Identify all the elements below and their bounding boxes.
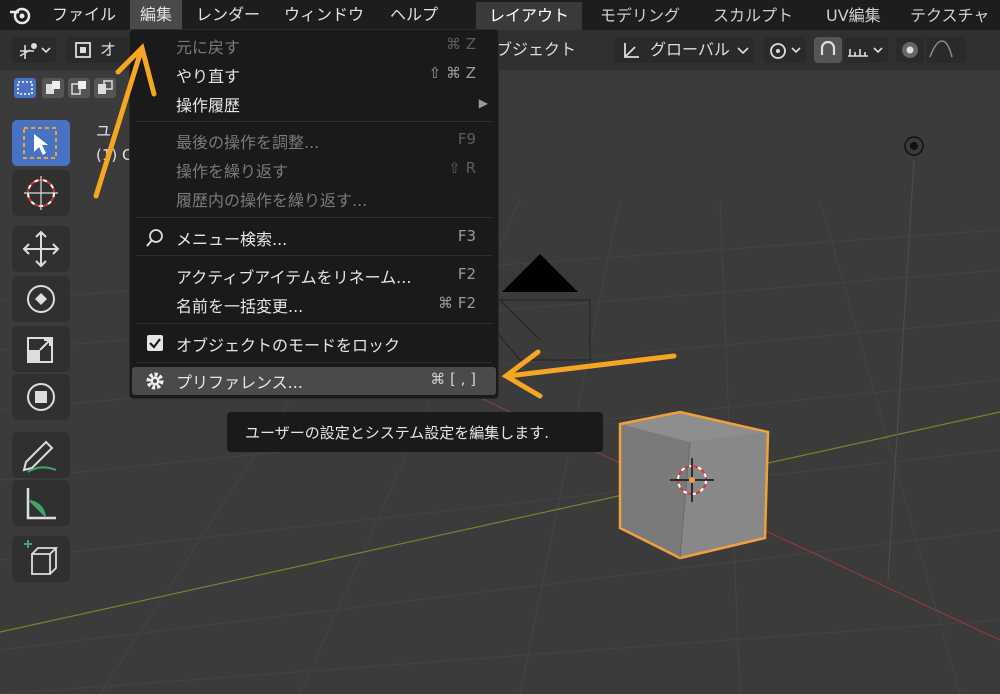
menu-item-shortcut: F3 — [457, 227, 476, 245]
snap-target-dropdown[interactable] — [844, 37, 888, 63]
menu-window[interactable]: ウィンドウ — [284, 0, 364, 30]
top-menu-bar: ファイル 編集 レンダー ウィンドウ ヘルプ レイアウト モデリング スカルプト… — [0, 0, 1000, 30]
menu-divider — [136, 362, 492, 363]
snap-toggle[interactable] — [814, 37, 842, 63]
falloff-dropdown[interactable] — [926, 37, 966, 63]
falloff-curve-icon — [929, 40, 953, 58]
menu-item-shortcut: ⌘ [ , ] — [430, 370, 476, 388]
pivot-icon — [770, 43, 801, 59]
menu-item-menu-search[interactable]: メニュー検索... F3 — [130, 224, 498, 252]
menu-item-label: 元に戻す — [176, 38, 241, 57]
menu-item-shortcut: F9 — [457, 130, 476, 148]
menu-item-undo[interactable]: 元に戻す ⌘ Z — [130, 32, 498, 60]
tool-cursor[interactable] — [12, 170, 70, 216]
scale-icon — [27, 337, 53, 363]
select-mode-icons[interactable] — [12, 76, 120, 100]
selection-mode-toolbar — [12, 76, 120, 100]
ruler-icon — [26, 488, 56, 520]
orientation-label: グローバル — [650, 40, 730, 59]
proportional-editing-toggle[interactable] — [896, 37, 924, 63]
menu-item-label: 履歴内の操作を繰り返す... — [176, 191, 368, 210]
checkbox-checked-icon[interactable] — [146, 334, 166, 354]
menu-divider — [136, 323, 492, 324]
light-object[interactable] — [884, 126, 944, 166]
add-cube-icon — [24, 540, 59, 575]
menu-help[interactable]: ヘルプ — [390, 0, 438, 30]
menu-item-rename-active[interactable]: アクティブアイテムをリネーム... F2 — [130, 262, 498, 290]
increment-snap-icon — [848, 47, 883, 57]
search-icon — [146, 229, 163, 247]
orientation-axes-icon — [624, 43, 639, 58]
tool-annotate[interactable] — [12, 432, 70, 478]
transform-orientation-dropdown[interactable]: グローバル — [614, 37, 754, 63]
mode-selector[interactable]: オ — [66, 37, 130, 63]
menu-divider — [136, 255, 492, 256]
view-name-label: ユ — [96, 122, 112, 140]
grid-axes-icon — [19, 43, 51, 59]
menu-item-shortcut: F2 — [457, 265, 476, 283]
menu-item-label: 操作履歴 — [176, 96, 241, 115]
menu-item-label: メニュー検索... — [176, 230, 288, 249]
cursor-tool-icon — [24, 176, 58, 210]
tooltip-text: ユーザーの設定とシステム設定を編集します. — [245, 424, 550, 442]
menu-item-lock-object-modes[interactable]: オブジェクトのモードをロック — [130, 330, 498, 358]
chevron-down-icon — [737, 47, 749, 55]
menu-item-shortcut: ⇧ R — [448, 159, 476, 177]
tab-sculpt[interactable]: スカルプト — [713, 2, 793, 30]
menu-item-label: オブジェクトのモードをロック — [176, 336, 401, 355]
menu-item-adjust-last[interactable]: 最後の操作を調整... F9 — [130, 127, 498, 155]
menu-item-label: 名前を一括変更... — [176, 297, 304, 316]
tab-modeling[interactable]: モデリング — [600, 2, 680, 30]
tool-measure[interactable] — [12, 480, 70, 526]
tool-scale[interactable] — [12, 326, 70, 372]
tool-rotate[interactable] — [12, 276, 70, 322]
gear-icon — [146, 372, 164, 390]
menu-item-repeat-last[interactable]: 操作を繰り返す ⇧ R — [130, 156, 498, 184]
menu-divider — [136, 217, 492, 218]
collection-label: (1) C — [96, 146, 133, 164]
tool-select-box[interactable] — [12, 120, 70, 166]
tab-texture[interactable]: テクスチャ — [910, 2, 1000, 30]
3d-cursor-icon[interactable] — [662, 450, 722, 510]
menu-item-redo[interactable]: やり直す ⇧ ⌘ Z — [130, 61, 498, 89]
menu-item-repeat-history[interactable]: 履歴内の操作を繰り返す... — [130, 185, 498, 213]
select-box-icon — [23, 127, 57, 159]
magnet-icon — [820, 40, 836, 55]
menu-render[interactable]: レンダー — [196, 0, 260, 30]
blender-logo-icon[interactable] — [6, 0, 36, 30]
tool-transform[interactable] — [12, 374, 70, 420]
pencil-icon — [22, 440, 57, 473]
menu-item-preferences[interactable]: プリファレンス... ⌘ [ , ] — [132, 367, 496, 395]
tab-layout[interactable]: レイアウト — [476, 2, 582, 30]
menu-item-label: 最後の操作を調整... — [176, 133, 320, 152]
proportional-edit-icon — [902, 42, 918, 58]
menu-divider — [136, 121, 492, 122]
menu-item-shortcut: ⌘ Z — [445, 35, 476, 53]
menu-item-label: 操作を繰り返す — [176, 162, 289, 181]
menu-item-label: プリファレンス... — [176, 373, 303, 392]
menu-item-label: やり直す — [176, 67, 241, 86]
preferences-tooltip: ユーザーの設定とシステム設定を編集します. — [227, 412, 603, 452]
tab-uv-editing[interactable]: UV編集 — [826, 2, 881, 30]
menu-item-undo-history[interactable]: 操作履歴 ▶ — [130, 90, 498, 118]
move-icon — [22, 230, 60, 268]
submenu-arrow-icon: ▶ — [478, 96, 488, 110]
mode-label: オ — [100, 40, 117, 59]
menu-file[interactable]: ファイル — [52, 0, 116, 30]
menu-edit[interactable]: 編集 — [130, 0, 182, 30]
editor-type-button[interactable] — [12, 37, 56, 63]
object-mode-icon — [75, 42, 91, 58]
menu-item-batch-rename[interactable]: 名前を一括変更... ⌘ F2 — [130, 291, 498, 319]
pivot-point-dropdown[interactable] — [764, 37, 806, 63]
tool-add-cube[interactable] — [12, 536, 70, 582]
menu-item-shortcut: ⇧ ⌘ Z — [428, 64, 476, 82]
transform-icon — [27, 383, 55, 411]
menu-item-label: アクティブアイテムをリネーム... — [176, 268, 412, 287]
edit-menu-dropdown: 元に戻す ⌘ Z やり直す ⇧ ⌘ Z 操作履歴 ▶ 最後の操作を調整... F… — [129, 29, 499, 399]
tool-move[interactable] — [12, 226, 70, 272]
rotate-icon — [27, 285, 55, 313]
object-menu[interactable]: ブジェクト — [496, 37, 576, 63]
menu-item-shortcut: ⌘ F2 — [438, 294, 476, 312]
